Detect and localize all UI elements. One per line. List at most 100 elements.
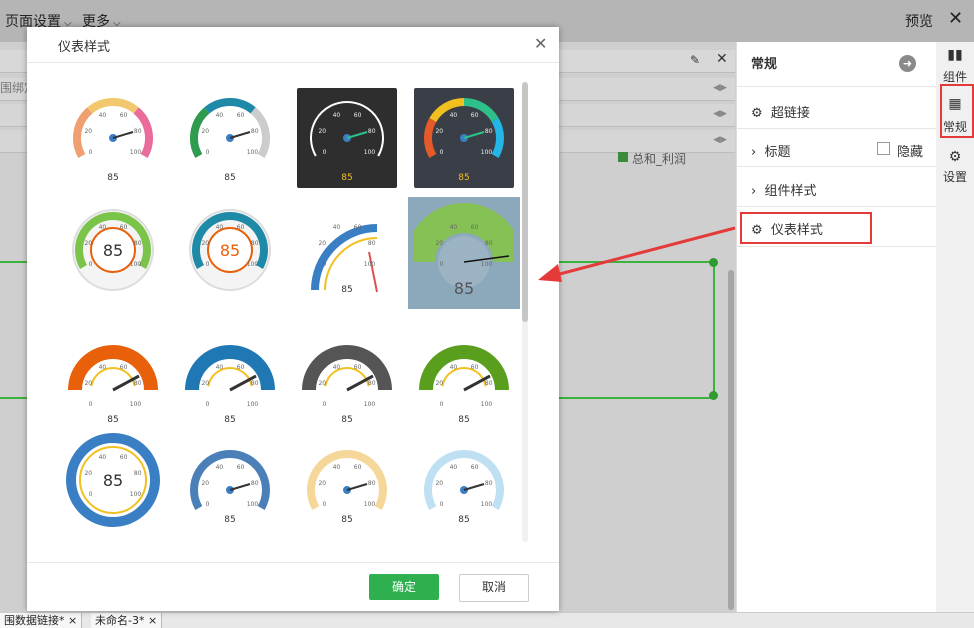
title-item[interactable]: › 标题 xyxy=(751,141,790,160)
cancel-button[interactable]: 取消 xyxy=(459,574,529,602)
tick-label: 0 xyxy=(440,401,444,408)
expand-arrows-icon[interactable]: ◀▶ xyxy=(713,109,727,119)
gauge-value: 85 xyxy=(341,285,352,295)
gauge-thumbnail[interactable]: 0 20 40 60 80 100 85 xyxy=(414,88,514,188)
close-icon[interactable]: × xyxy=(68,614,77,627)
tick-label: 40 xyxy=(450,224,458,231)
hide-checkbox[interactable] xyxy=(877,142,890,155)
tick-label: 40 xyxy=(450,364,458,371)
tick-label: 60 xyxy=(120,364,128,371)
gauge-thumbnail[interactable]: 0 20 40 60 80 100 85 xyxy=(63,330,163,430)
tick-label: 20 xyxy=(84,128,92,135)
sheet-tab-label: 未命名-3* xyxy=(95,614,145,627)
gauge-thumbnail[interactable]: 0 20 40 60 80 100 85 xyxy=(180,200,280,300)
tick-label: 80 xyxy=(485,380,493,387)
arrow-right-icon[interactable]: ➜ xyxy=(899,55,916,72)
gauge-thumbnail[interactable]: 0 20 40 60 80 100 85 xyxy=(297,330,397,430)
tab-settings[interactable]: 设置 xyxy=(936,168,974,185)
ok-button[interactable]: 确定 xyxy=(369,574,439,600)
tick-label: 60 xyxy=(471,364,479,371)
gauge-thumbnail[interactable]: 0 20 40 60 80 100 85 xyxy=(180,330,280,430)
dialog-title: 仪表样式 xyxy=(58,40,111,55)
tick-label: 0 xyxy=(323,501,327,508)
tick-label: 0 xyxy=(206,401,210,408)
close-icon[interactable]: × xyxy=(148,614,157,627)
tick-label: 60 xyxy=(237,224,245,231)
tick-label: 0 xyxy=(323,149,327,156)
tab-components[interactable]: 组件 xyxy=(936,68,974,85)
chevron-right-icon: › xyxy=(751,184,757,199)
divider xyxy=(736,166,936,167)
tick-label: 0 xyxy=(440,149,444,156)
tick-label: 80 xyxy=(251,128,259,135)
resize-handle[interactable] xyxy=(709,391,718,400)
tick-label: 60 xyxy=(354,364,362,371)
sheet-tab[interactable]: 未命名-3* × xyxy=(91,613,163,628)
tick-label: 80 xyxy=(134,128,142,135)
gauge-thumbnail[interactable]: 0 20 40 60 80 100 85 xyxy=(63,430,163,530)
tick-label: 60 xyxy=(237,112,245,119)
tick-label: 100 xyxy=(247,149,259,156)
tick-label: 40 xyxy=(333,364,341,371)
tick-label: 80 xyxy=(368,480,376,487)
legend-swatch xyxy=(618,152,628,162)
gauge-thumbnail[interactable]: 0 20 40 60 80 100 85 xyxy=(63,200,163,300)
tick-label: 100 xyxy=(247,501,259,508)
close-icon[interactable]: ✕ xyxy=(948,8,963,29)
gauge-value: 85 xyxy=(454,279,474,298)
tick-label: 20 xyxy=(201,240,209,247)
gauge-value: 85 xyxy=(224,515,235,525)
gauge-thumbnail[interactable]: 0 20 40 60 80 100 85 xyxy=(297,200,397,300)
close-icon[interactable]: ✕ xyxy=(534,34,547,53)
expand-arrows-icon[interactable]: ◀▶ xyxy=(713,135,727,145)
tick-label: 100 xyxy=(364,149,376,156)
highlight-box xyxy=(940,84,974,138)
preview-button[interactable]: 预览 xyxy=(905,11,933,31)
component-style-item[interactable]: › 组件样式 xyxy=(751,180,816,199)
gauge-thumbnail[interactable]: 0 20 40 60 80 100 85 xyxy=(414,200,514,300)
gauge-thumbnail[interactable]: 0 20 40 60 80 100 85 xyxy=(297,88,397,188)
hyperlink-item[interactable]: ⚙ 超链接 xyxy=(751,102,810,121)
gauge-thumbnail[interactable]: 0 20 40 60 80 100 85 xyxy=(180,88,280,188)
gauge-thumbnail[interactable]: 0 20 40 60 80 100 85 xyxy=(414,430,514,530)
tick-label: 40 xyxy=(333,464,341,471)
eraser-icon[interactable]: ✎ xyxy=(690,53,700,67)
tick-label: 100 xyxy=(130,261,142,268)
tick-label: 100 xyxy=(247,261,259,268)
gauge-thumbnail[interactable]: 0 20 40 60 80 100 85 xyxy=(297,430,397,530)
dialog-scrollbar[interactable] xyxy=(522,82,528,322)
gauge-value: 85 xyxy=(341,415,352,425)
gauge-value: 85 xyxy=(458,173,469,183)
bar-chart-icon[interactable]: ▮▮ xyxy=(936,47,974,63)
tick-label: 100 xyxy=(130,149,142,156)
expand-arrows-icon[interactable]: ◀▶ xyxy=(713,83,727,93)
tick-label: 80 xyxy=(251,480,259,487)
gauge-value: 85 xyxy=(103,471,123,490)
tick-label: 100 xyxy=(364,501,376,508)
gauge-thumbnail[interactable]: 0 20 40 60 80 100 85 xyxy=(180,430,280,530)
tick-label: 100 xyxy=(481,261,493,268)
close-icon[interactable]: ✕ xyxy=(716,51,728,67)
tick-label: 0 xyxy=(89,491,93,498)
tick-label: 60 xyxy=(471,224,479,231)
canvas-scrollbar[interactable] xyxy=(728,270,734,610)
chevron-right-icon: › xyxy=(751,145,757,160)
tick-label: 0 xyxy=(440,501,444,508)
tick-label: 20 xyxy=(435,240,443,247)
gauge-thumbnail[interactable]: 0 20 40 60 80 100 85 xyxy=(63,88,163,188)
gauge-value: 85 xyxy=(224,173,235,183)
tick-label: 40 xyxy=(99,112,107,119)
panel-title: 常规 xyxy=(751,57,778,72)
gear-icon[interactable]: ⚙ xyxy=(936,149,974,165)
tick-label: 40 xyxy=(99,224,107,231)
hide-label: 隐藏 xyxy=(897,145,924,160)
sheet-tab[interactable]: 围数据链接* × xyxy=(0,613,83,628)
highlight-box xyxy=(740,212,872,244)
gauge-thumbnail[interactable]: 0 20 40 60 80 100 85 xyxy=(414,330,514,430)
tick-label: 20 xyxy=(435,380,443,387)
tick-label: 80 xyxy=(485,128,493,135)
tick-label: 20 xyxy=(201,480,209,487)
gauge-value: 85 xyxy=(103,241,123,260)
tick-label: 100 xyxy=(130,401,142,408)
tick-label: 40 xyxy=(99,364,107,371)
